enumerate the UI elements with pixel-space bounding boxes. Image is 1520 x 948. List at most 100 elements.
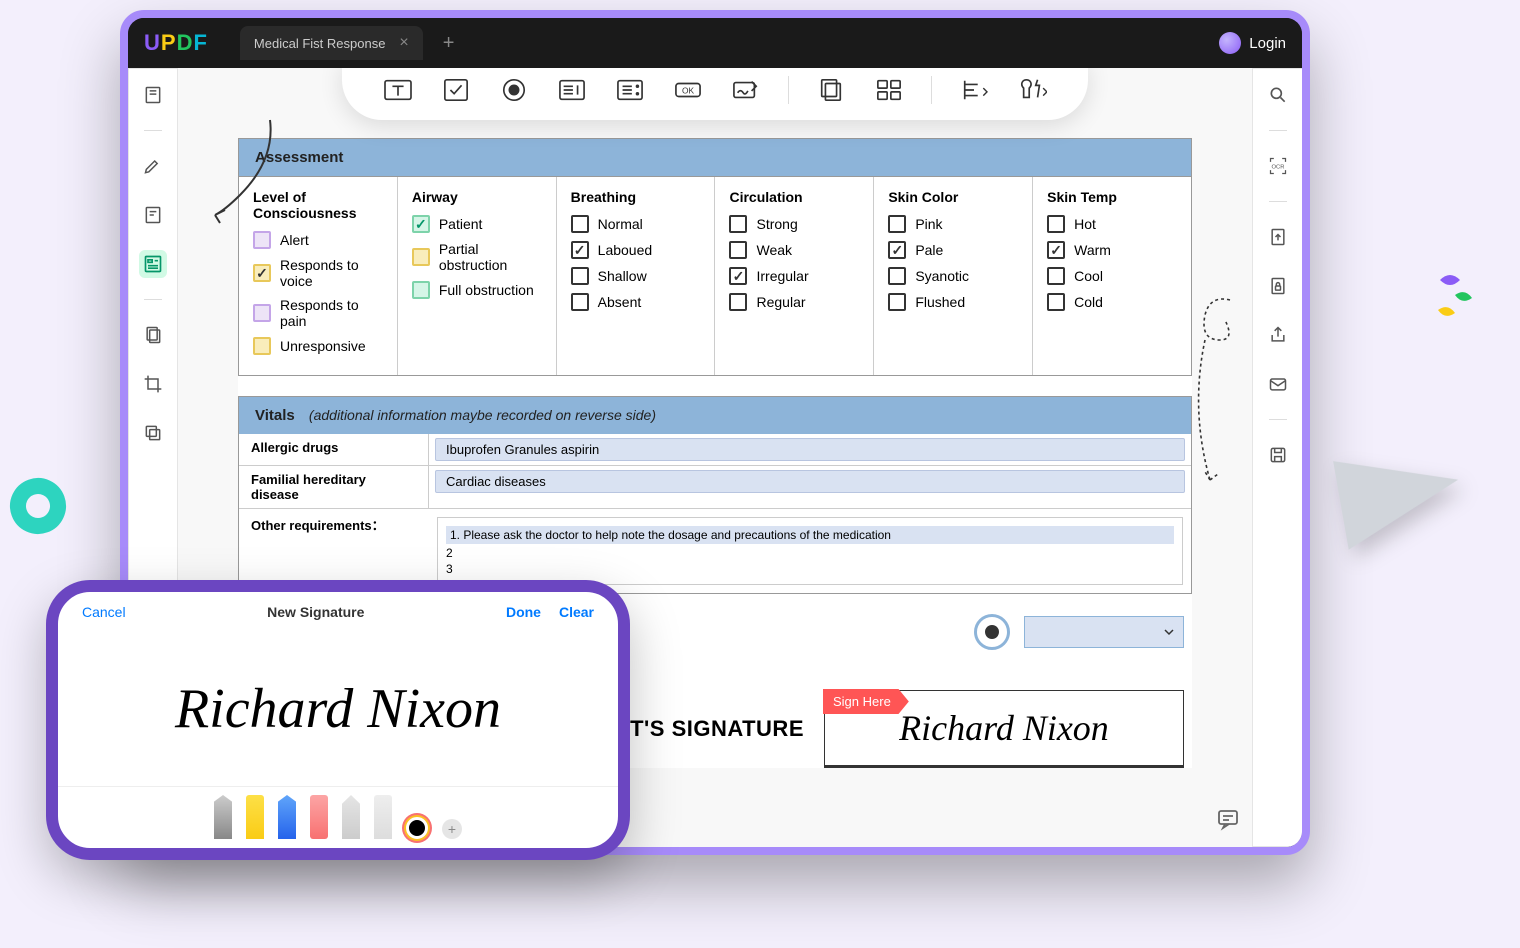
phone-signature-canvas[interactable]: Richard Nixon [58,632,618,787]
pen-tool-eraser[interactable] [310,795,328,839]
checkbox[interactable] [412,215,430,233]
pen-tool-fine[interactable] [214,795,232,839]
radio-icon[interactable] [498,76,530,104]
checkbox-icon[interactable] [440,76,472,104]
checkbox-row[interactable]: Alert [253,231,383,249]
form-dropdown-sample[interactable] [1024,616,1184,648]
new-tab-button[interactable]: + [443,32,455,55]
signature-field-icon[interactable] [730,76,762,104]
checkbox-row[interactable]: Full obstruction [412,281,542,299]
checkbox-row[interactable]: Responds to pain [253,297,383,329]
checkbox[interactable] [412,248,430,266]
align-icon[interactable] [958,76,990,104]
checkbox-row[interactable]: Laboued [571,241,701,259]
form-icon[interactable] [139,250,167,278]
save-icon[interactable] [1264,441,1292,469]
checkbox-row[interactable]: Strong [729,215,859,233]
checkbox-row[interactable]: Absent [571,293,701,311]
checkbox[interactable] [888,293,906,311]
ocr-icon[interactable]: OCR [1264,152,1292,180]
checkbox[interactable] [1047,241,1065,259]
checkbox[interactable] [253,304,271,322]
checkbox-row[interactable]: Responds to voice [253,257,383,289]
checkbox-row[interactable]: Hot [1047,215,1177,233]
convert-icon[interactable] [1264,223,1292,251]
tools-icon[interactable] [1016,76,1048,104]
crop-icon[interactable] [139,370,167,398]
organize-icon[interactable] [139,321,167,349]
cancel-button[interactable]: Cancel [82,604,126,620]
checkbox-row[interactable]: Pale [888,241,1018,259]
annotate-icon[interactable] [139,152,167,180]
checkbox[interactable] [1047,293,1065,311]
checkbox[interactable] [729,267,747,285]
pen-tool-brush[interactable] [342,795,360,839]
clear-button[interactable]: Clear [559,604,594,620]
done-button[interactable]: Done [506,604,541,620]
protect-icon[interactable] [1264,272,1292,300]
checkbox[interactable] [253,231,271,249]
checkbox[interactable] [888,267,906,285]
phone-signature-text: Richard Nixon [175,677,501,741]
checkbox[interactable] [412,281,430,299]
checkbox[interactable] [888,215,906,233]
pen-tool-pencil[interactable] [278,795,296,839]
pen-tool-highlighter[interactable] [246,795,264,839]
checkbox[interactable] [729,241,747,259]
document-tab[interactable]: Medical Fist Response × [240,26,423,60]
checkbox[interactable] [729,215,747,233]
vitals-value[interactable]: Cardiac diseases [435,470,1185,493]
checkbox-row[interactable]: Normal [571,215,701,233]
checkbox-row[interactable]: Partial obstruction [412,241,542,273]
checkbox-row[interactable]: Weak [729,241,859,259]
checkbox-row[interactable]: Unresponsive [253,337,383,355]
button-icon[interactable]: OK [672,76,704,104]
checkbox[interactable] [729,293,747,311]
checkbox[interactable] [571,215,589,233]
search-icon[interactable] [1264,81,1292,109]
checkbox-row[interactable]: Regular [729,293,859,311]
email-icon[interactable] [1264,370,1292,398]
share-icon[interactable] [1264,321,1292,349]
checkbox[interactable] [253,337,271,355]
form-radio-sample[interactable] [974,614,1010,650]
pen-tool-ruler[interactable] [374,795,392,839]
checkbox-row[interactable]: Pink [888,215,1018,233]
close-tab-icon[interactable]: × [399,34,408,52]
add-color-button[interactable]: + [442,819,462,839]
other-req-box[interactable]: 1. Please ask the doctor to help note th… [437,517,1183,585]
edit-icon[interactable] [139,201,167,229]
dropdown-icon[interactable] [556,76,588,104]
thumbnails-icon[interactable] [139,81,167,109]
checkbox-row[interactable]: Cold [1047,293,1177,311]
chevron-down-icon [1163,626,1175,638]
checkbox[interactable] [571,241,589,259]
color-picker[interactable] [406,817,428,839]
vitals-value-cell: Ibuprofen Granules aspirin [429,434,1191,465]
checkbox-row[interactable]: Patient [412,215,542,233]
checkbox[interactable] [1047,215,1065,233]
checkbox-row[interactable]: Shallow [571,267,701,285]
checkbox-row[interactable]: Cool [1047,267,1177,285]
signature-field[interactable]: Sign Here Richard Nixon [824,690,1184,768]
copy-icon[interactable] [815,76,847,104]
text-field-icon[interactable] [382,76,414,104]
checkbox-row[interactable]: Irregular [729,267,859,285]
checkbox-label: Regular [756,294,805,310]
assessment-column: BreathingNormalLabouedShallowAbsent [557,177,716,375]
checkbox-row[interactable]: Warm [1047,241,1177,259]
checkbox-row[interactable]: Flushed [888,293,1018,311]
layers-icon[interactable] [139,419,167,447]
login-button[interactable]: Login [1219,32,1286,54]
checkbox[interactable] [571,293,589,311]
checkbox[interactable] [571,267,589,285]
checkbox[interactable] [1047,267,1065,285]
comment-icon[interactable] [1216,807,1240,831]
checkbox-row[interactable]: Syanotic [888,267,1018,285]
vitals-value[interactable]: Ibuprofen Granules aspirin [435,438,1185,461]
listbox-icon[interactable] [614,76,646,104]
column-title: Skin Temp [1047,189,1177,205]
checkbox[interactable] [253,264,271,282]
grid-icon[interactable] [873,76,905,104]
checkbox[interactable] [888,241,906,259]
